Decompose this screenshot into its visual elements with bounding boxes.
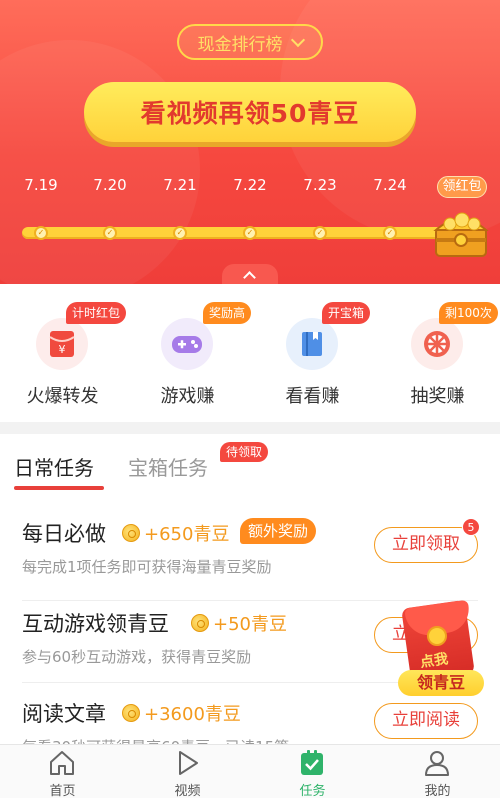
task-reward-amount: +50青豆 [213, 614, 287, 635]
task-reward: +50青豆 [191, 610, 287, 636]
quick-action-games[interactable]: 奖励高 游戏赚 [125, 284, 252, 422]
task-row-daily: 每日必做 +650青豆 额外奖励 每完成1项任务即可获得海量青豆奖励 立即领取 … [0, 518, 500, 588]
hero-decoration [0, 40, 200, 284]
checkin-date: 7.24 [373, 176, 407, 194]
nav-label: 视频 [174, 784, 201, 798]
watch-video-button[interactable]: 看视频再领50青豆 [84, 82, 416, 142]
quick-actions: ¥ 计时红包 火爆转发 奖励高 游戏赚 开宝箱 看看赚 剩100次 抽奖赚 [0, 284, 500, 422]
watch-video-label: 看视频再领50青豆 [140, 99, 360, 128]
tab-chest-tasks[interactable]: 宝箱任务 [128, 452, 208, 481]
svg-text:¥: ¥ [59, 343, 66, 356]
task-reward-amount: +650青豆 [144, 524, 230, 545]
nav-label: 首页 [49, 784, 76, 798]
quick-action-label: 抽奖赚 [410, 386, 465, 407]
checkin-dates: 7.19 7.20 7.21 7.22 7.23 7.24 [0, 176, 500, 200]
tap-me-label: 点我 [419, 651, 450, 671]
quick-action-badge: 剩100次 [439, 302, 498, 324]
task-description: 参与60秒互动游戏，获得青豆奖励 [22, 648, 252, 666]
collapse-button[interactable] [222, 264, 278, 284]
task-row-reading: 阅读文章 +3600青豆 每看30秒可获得最高60青豆，已读15篇 立即阅读 [0, 698, 500, 756]
task-reward-amount: +3600青豆 [144, 704, 241, 725]
checkin-done-icon: ✓ [173, 226, 187, 240]
checkin-date: 7.22 [233, 176, 267, 194]
quick-action-label: 火爆转发 [26, 386, 99, 407]
chest-tasks-badge: 待领取 [220, 442, 269, 462]
claim-now-button[interactable]: 立即领取 [374, 527, 478, 563]
quick-action-badge: 计时红包 [66, 302, 127, 324]
task-reward: +650青豆 [122, 520, 229, 546]
nav-tasks[interactable]: 任务 [250, 745, 375, 798]
quick-action-badge: 奖励高 [203, 302, 252, 324]
task-title: 每日必做 [22, 522, 106, 546]
checkin-progress-track [22, 227, 442, 239]
home-icon [50, 751, 74, 775]
cash-ranking-label: 现金排行榜 [197, 34, 283, 55]
checkin-done-icon: ✓ [383, 226, 397, 240]
nav-label: 任务 [299, 784, 326, 798]
cash-ranking-button[interactable]: 现金排行榜 [177, 24, 323, 60]
bonus-tag: 额外奖励 [240, 518, 317, 544]
task-title: 互动游戏领青豆 [22, 612, 169, 636]
quick-action-share[interactable]: ¥ 计时红包 火爆转发 [0, 284, 127, 422]
gamepad-icon [161, 318, 213, 370]
task-title: 阅读文章 [22, 702, 106, 726]
chevron-up-icon [243, 271, 256, 284]
coin-icon [122, 524, 140, 542]
hero-banner: 现金排行榜 看视频再领50青豆 7.19 7.20 7.21 7.22 7.23… [0, 0, 500, 284]
lucky-wheel-icon [411, 318, 463, 370]
red-envelope-icon: ¥ [36, 318, 88, 370]
coin-icon [122, 704, 140, 722]
floating-red-packet[interactable]: 点我 领青豆 [398, 599, 484, 696]
profile-icon [425, 751, 449, 776]
bottom-nav: 首页 视频 任务 我的 [0, 744, 500, 798]
checkin-date: 7.23 [303, 176, 337, 194]
book-icon [286, 318, 338, 370]
nav-profile[interactable]: 我的 [375, 745, 500, 798]
coin-icon [191, 614, 209, 632]
quick-action-badge: 开宝箱 [322, 302, 371, 324]
nav-label: 我的 [424, 784, 451, 798]
checkin-date: 7.19 [24, 176, 58, 194]
tasks-panel: 日常任务 宝箱任务 待领取 每日必做 +650青豆 额外奖励 每完成1项任务即可… [0, 434, 500, 756]
divider [22, 600, 478, 601]
checkin-date: 7.21 [163, 176, 197, 194]
checkin-done-icon: ✓ [243, 226, 257, 240]
checkin-done-icon: ✓ [313, 226, 327, 240]
red-packet-seal [427, 626, 447, 646]
task-icon [301, 750, 323, 775]
checkin-date: 7.20 [93, 176, 127, 194]
read-now-button[interactable]: 立即阅读 [374, 703, 478, 739]
quick-action-label: 看看赚 [285, 386, 340, 407]
quick-action-label: 游戏赚 [160, 386, 215, 407]
quick-action-lottery[interactable]: 剩100次 抽奖赚 [375, 284, 500, 422]
quick-action-watch[interactable]: 开宝箱 看看赚 [250, 284, 375, 422]
claim-red-packet-tag[interactable]: 领红包 [437, 176, 487, 198]
treasure-chest-icon[interactable] [432, 202, 490, 260]
active-tab-indicator [14, 486, 104, 490]
task-description: 每完成1项任务即可获得海量青豆奖励 [22, 558, 272, 576]
notification-badge: 5 [462, 518, 480, 536]
nav-video[interactable]: 视频 [125, 745, 250, 798]
nav-home[interactable]: 首页 [0, 745, 125, 798]
task-reward: +3600青豆 [122, 700, 241, 726]
checkin-done-icon: ✓ [34, 226, 48, 240]
tab-daily-tasks[interactable]: 日常任务 [14, 452, 94, 481]
chevron-down-icon [290, 32, 305, 47]
claim-beans-label: 领青豆 [398, 670, 484, 696]
play-icon [179, 751, 198, 775]
checkin-done-icon: ✓ [103, 226, 117, 240]
